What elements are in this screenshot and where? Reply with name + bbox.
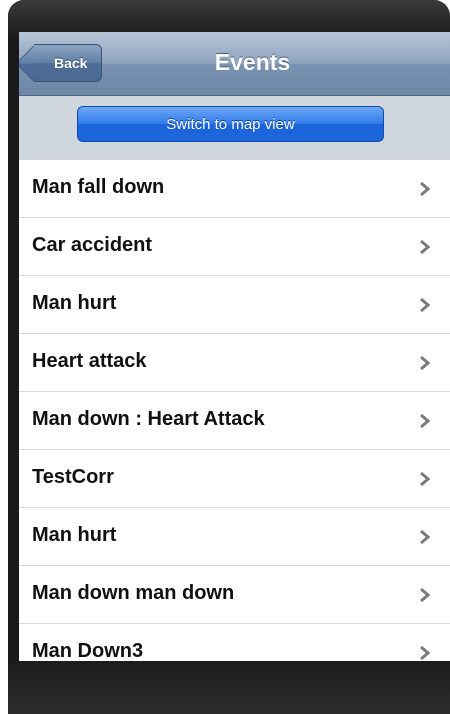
map-button-label: Switch to map view — [166, 115, 295, 133]
back-button[interactable]: Back — [34, 44, 103, 82]
events-list: Man fall down Car accident Man hurt Hear… — [19, 160, 450, 661]
list-item[interactable]: Man down man down — [19, 566, 450, 624]
list-item[interactable]: Man Down3 — [19, 624, 450, 661]
list-item[interactable]: Man hurt — [19, 508, 450, 566]
screen: Back Events Switch to map view Man fall … — [19, 32, 450, 661]
list-item[interactable]: Heart attack — [19, 334, 450, 392]
chevron-right-icon — [416, 180, 434, 198]
navigation-bar: Back Events — [19, 32, 450, 96]
device-bottom-bezel — [8, 661, 450, 714]
list-item[interactable]: Man fall down — [19, 160, 450, 218]
list-item[interactable]: Man down : Heart Attack — [19, 392, 450, 450]
event-label: Man hurt — [32, 292, 117, 314]
map-toggle-bar: Switch to map view — [19, 96, 450, 160]
chevron-right-icon — [416, 528, 434, 546]
event-label: Man Down3 — [32, 640, 144, 661]
back-button-area: Back — [19, 32, 139, 96]
chevron-right-icon — [416, 644, 434, 661]
back-button-label: Back — [54, 55, 88, 71]
event-label: TestCorr — [32, 466, 114, 488]
list-item[interactable]: Car accident — [19, 218, 450, 276]
chevron-right-icon — [416, 586, 434, 604]
chevron-right-icon — [416, 412, 434, 430]
chevron-right-icon — [416, 470, 434, 488]
device-frame: Back Events Switch to map view Man fall … — [8, 0, 450, 714]
chevron-right-icon — [416, 354, 434, 372]
event-label: Man fall down — [32, 176, 165, 198]
chevron-right-icon — [416, 296, 434, 314]
event-label: Man down man down — [32, 582, 235, 604]
list-item[interactable]: TestCorr — [19, 450, 450, 508]
event-label: Man hurt — [32, 524, 117, 546]
event-label: Heart attack — [32, 350, 147, 372]
switch-to-map-view-button[interactable]: Switch to map view — [77, 106, 384, 142]
event-label: Car accident — [32, 234, 153, 256]
event-label: Man down : Heart Attack — [32, 408, 265, 430]
chevron-right-icon — [416, 238, 434, 256]
list-item[interactable]: Man hurt — [19, 276, 450, 334]
